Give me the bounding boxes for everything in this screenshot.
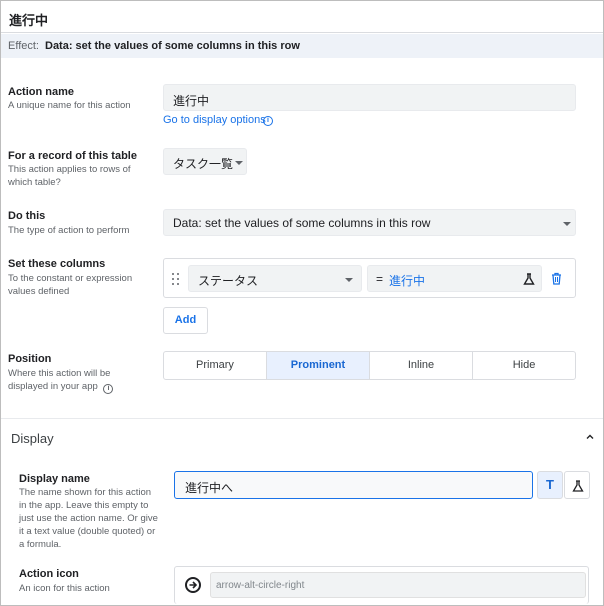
column-select-value: ステータス: [198, 274, 259, 288]
go-to-display-options-link[interactable]: Go to display options i: [163, 114, 273, 126]
position-option-hide[interactable]: Hide: [473, 352, 575, 379]
action-type-select[interactable]: Data: set the values of some columns in …: [163, 209, 576, 236]
record-table-label: For a record of this table: [8, 150, 137, 162]
chevron-down-icon: [563, 222, 571, 226]
flask-icon[interactable]: [523, 273, 535, 285]
chevron-up-icon[interactable]: [586, 433, 594, 441]
expression-input[interactable]: = 進行中: [367, 265, 542, 292]
action-name-input[interactable]: 進行中: [163, 84, 576, 111]
column-select[interactable]: ステータス: [188, 265, 362, 292]
display-name-input[interactable]: 進行中へ: [174, 471, 533, 499]
position-label: Position: [8, 353, 52, 365]
expression-mode-button[interactable]: [564, 471, 590, 499]
column-assignment-row: ステータス = 進行中: [163, 258, 576, 298]
do-this-hint: The type of action to perform: [8, 225, 130, 236]
action-icon-picker: arrow-alt-circle-right: [174, 566, 589, 604]
action-icon-hint: An icon for this action: [19, 583, 110, 594]
effect-value: Data: set the values of some columns in …: [45, 40, 300, 52]
info-icon: i: [263, 116, 273, 126]
action-name-label: Action name: [8, 86, 75, 98]
display-section-header[interactable]: Display: [11, 431, 54, 446]
page-title: 進行中: [9, 13, 49, 28]
effect-banner: Effect: Data: set the values of some col…: [1, 34, 603, 58]
set-columns-hint: To the constant or expression values def…: [8, 273, 133, 297]
delete-icon[interactable]: [551, 272, 562, 285]
chevron-down-icon: [345, 278, 353, 282]
table-select-value: タスク一覧: [173, 157, 234, 171]
expression-value: 進行中: [389, 274, 426, 288]
effect-label: Effect:: [8, 40, 39, 52]
text-mode-button[interactable]: T: [537, 471, 563, 499]
display-name-label: Display name: [19, 473, 90, 485]
action-icon-label: Action icon: [19, 568, 79, 580]
position-option-prominent[interactable]: Prominent: [267, 352, 370, 379]
flask-icon: [572, 480, 584, 492]
go-to-display-options-text: Go to display options: [163, 114, 266, 126]
action-type-value: Data: set the values of some columns in …: [173, 216, 431, 230]
record-table-hint: This action applies to rows of which tab…: [8, 164, 131, 188]
section-divider: [1, 418, 603, 419]
position-option-primary[interactable]: Primary: [164, 352, 267, 379]
info-icon[interactable]: i: [103, 384, 114, 394]
table-select[interactable]: タスク一覧: [163, 148, 247, 175]
action-icon-input[interactable]: arrow-alt-circle-right: [210, 572, 586, 598]
display-name-hint: The name shown for this action in the ap…: [19, 487, 158, 550]
position-hint-text: Where this action will be displayed in y…: [8, 368, 111, 392]
chevron-down-icon: [235, 161, 243, 165]
position-segmented-control: Primary Prominent Inline Hide: [163, 351, 576, 380]
drag-handle-icon[interactable]: [172, 273, 180, 285]
add-column-button[interactable]: Add: [163, 307, 208, 334]
position-hint: Where this action will be displayed in y…: [8, 367, 153, 394]
action-name-hint: A unique name for this action: [8, 100, 131, 111]
set-columns-label: Set these columns: [8, 258, 106, 270]
position-option-inline[interactable]: Inline: [370, 352, 473, 379]
action-icon-value: arrow-alt-circle-right: [216, 580, 305, 591]
action-title-bar: 進行中: [1, 1, 603, 33]
do-this-label: Do this: [8, 210, 46, 222]
equals-sign: =: [376, 272, 384, 286]
action-name-value: 進行中: [173, 94, 210, 108]
display-name-value: 進行中へ: [185, 481, 234, 495]
arrow-alt-circle-right-icon: [185, 577, 201, 593]
